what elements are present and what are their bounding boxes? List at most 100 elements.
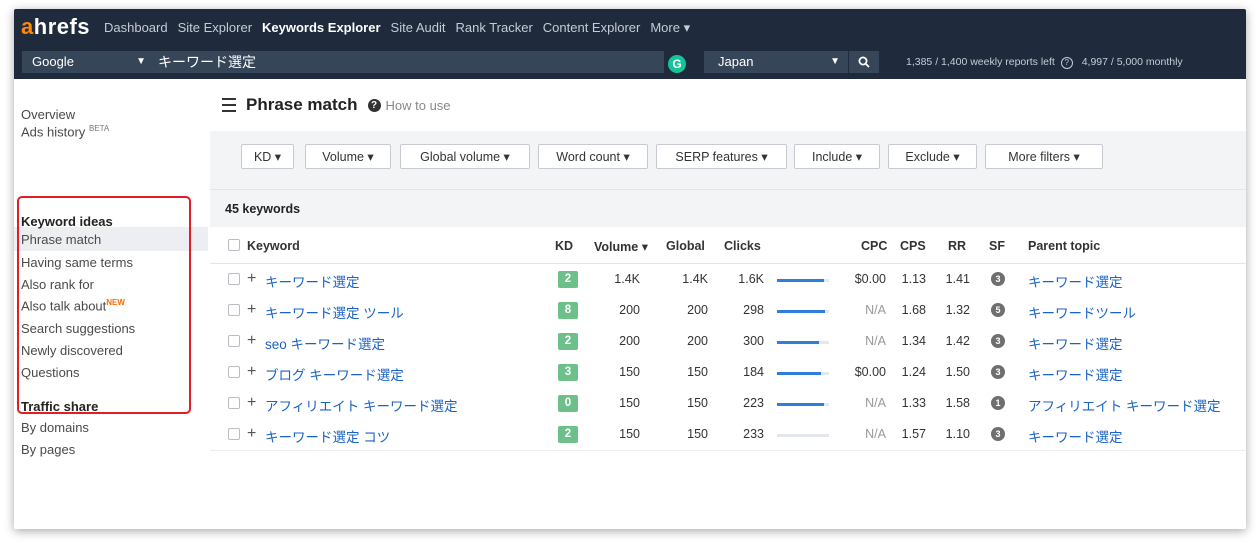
clicks-bar	[777, 403, 829, 406]
top-nav: ahrefs Dashboard Site Explorer Keywords …	[14, 9, 1246, 46]
col-global[interactable]: Global	[666, 239, 705, 253]
country-select[interactable]: Japan ▼	[704, 51, 848, 73]
clicks-value: 300	[743, 334, 764, 348]
clicks-bar	[777, 310, 829, 313]
cps-value: 1.13	[901, 272, 926, 286]
ahrefs-logo[interactable]: ahrefs	[21, 14, 90, 40]
sidebar-item-ads-history[interactable]: Ads history BETA	[21, 124, 109, 139]
kd-badge: 8	[558, 302, 578, 319]
col-clicks[interactable]: Clicks	[724, 239, 761, 253]
kd-badge: 0	[558, 395, 578, 412]
row-checkbox[interactable]	[228, 304, 240, 316]
search-engine-select[interactable]: Google ▼	[22, 51, 154, 73]
clicks-bar-fill	[777, 341, 819, 344]
col-keyword[interactable]: Keyword	[247, 239, 300, 253]
add-to-list-icon[interactable]: +	[247, 301, 256, 319]
col-parent-topic[interactable]: Parent topic	[1028, 239, 1100, 253]
serp-features-badge[interactable]: 3	[991, 272, 1005, 286]
nav-site-audit[interactable]: Site Audit	[391, 20, 446, 36]
table-row: + アフィリエイト キーワード選定 0 150 150 223 N/A 1.33 1.58 1 アフ…	[210, 388, 1246, 420]
cps-value: 1.68	[901, 303, 926, 317]
keyword-link[interactable]: キーワード選定	[265, 271, 360, 291]
nav-dashboard[interactable]: Dashboard	[104, 20, 168, 36]
parent-topic-link[interactable]: キーワードツール	[1028, 302, 1136, 322]
filter-serp-features[interactable]: SERP features ▾	[656, 144, 787, 169]
keyword-search-input[interactable]: キーワード選定	[154, 51, 664, 73]
serp-features-badge[interactable]: 3	[991, 427, 1005, 441]
nav-keywords-explorer[interactable]: Keywords Explorer	[262, 20, 381, 36]
keyword-link[interactable]: キーワード選定 ツール	[265, 302, 404, 322]
row-checkbox[interactable]	[228, 273, 240, 285]
keyword-link[interactable]: アフィリエイト キーワード選定	[265, 395, 457, 415]
weekly-reports-text: 1,385 / 1,400 weekly reports left	[906, 56, 1055, 68]
nav-content-explorer[interactable]: Content Explorer	[543, 20, 641, 36]
add-to-list-icon[interactable]: +	[247, 270, 256, 288]
serp-features-badge[interactable]: 5	[991, 303, 1005, 317]
col-cps[interactable]: CPS	[900, 239, 926, 253]
table-row: + キーワード選定 2 1.4K 1.4K 1.6K $0.00 1.13 1.41 3 キーワード…	[210, 264, 1246, 296]
keyword-link[interactable]: seo キーワード選定	[265, 333, 385, 353]
add-to-list-icon[interactable]: +	[247, 363, 256, 381]
clicks-value: 184	[743, 365, 764, 379]
hamburger-menu-icon[interactable]	[222, 98, 236, 112]
filter-more-filters[interactable]: More filters ▾	[985, 144, 1103, 169]
col-cpc[interactable]: CPC	[861, 239, 887, 253]
rr-value: 1.32	[945, 303, 970, 317]
search-button[interactable]	[848, 51, 879, 73]
sidebar-item-by-pages[interactable]: By pages	[21, 442, 75, 457]
col-volume[interactable]: Volume ▾	[594, 239, 648, 254]
parent-topic-link[interactable]: キーワード選定	[1028, 426, 1123, 446]
filter-volume[interactable]: Volume ▾	[305, 144, 391, 169]
report-limits: 1,385 / 1,400 weekly reports left ? 4,99…	[906, 56, 1183, 69]
serp-features-badge[interactable]: 3	[991, 334, 1005, 348]
row-checkbox[interactable]	[228, 335, 240, 347]
row-checkbox[interactable]	[228, 397, 240, 409]
table-row: + ブログ キーワード選定 3 150 150 184 $0.00 1.24 1.50 3 キーワー…	[210, 357, 1246, 389]
chevron-down-icon: ▼	[136, 56, 146, 67]
add-to-list-icon[interactable]: +	[247, 425, 256, 443]
logo-a: a	[21, 14, 34, 39]
global-value: 200	[687, 334, 708, 348]
select-all-checkbox[interactable]	[228, 239, 240, 251]
keyword-link[interactable]: ブログ キーワード選定	[265, 364, 404, 384]
keyword-link[interactable]: キーワード選定 コツ	[265, 426, 390, 446]
nav-site-explorer[interactable]: Site Explorer	[178, 20, 252, 36]
title-row: Phrase match ? How to use	[222, 95, 451, 115]
col-sf[interactable]: SF	[989, 239, 1005, 253]
question-circle-icon[interactable]: ?	[367, 98, 381, 112]
filter-exclude[interactable]: Exclude ▾	[888, 144, 977, 169]
filter-word-count[interactable]: Word count ▾	[538, 144, 648, 169]
parent-topic-link[interactable]: アフィリエイト キーワード選定	[1028, 395, 1220, 415]
serp-features-badge[interactable]: 3	[991, 365, 1005, 379]
parent-topic-link[interactable]: キーワード選定	[1028, 271, 1123, 291]
sidebar-item-overview[interactable]: Overview	[21, 107, 75, 122]
add-to-list-icon[interactable]: +	[247, 332, 256, 350]
how-to-use-link[interactable]: How to use	[386, 98, 451, 113]
parent-topic-link[interactable]: キーワード選定	[1028, 364, 1123, 384]
parent-topic-link[interactable]: キーワード選定	[1028, 333, 1123, 353]
cpc-value: N/A	[865, 303, 886, 317]
sidebar-item-by-domains[interactable]: By domains	[21, 420, 89, 435]
nav-rank-tracker[interactable]: Rank Tracker	[455, 20, 532, 36]
country-label: Japan	[718, 54, 754, 69]
clicks-bar	[777, 341, 829, 344]
help-icon[interactable]: ?	[1060, 57, 1073, 69]
clicks-bar-fill	[777, 403, 824, 406]
global-value: 150	[687, 427, 708, 441]
filter-include[interactable]: Include ▾	[794, 144, 880, 169]
volume-value: 150	[619, 365, 640, 379]
rr-value: 1.41	[945, 272, 970, 286]
clicks-value: 298	[743, 303, 764, 317]
app-window: ahrefs Dashboard Site Explorer Keywords …	[14, 9, 1246, 529]
filter-global-volume[interactable]: Global volume ▾	[400, 144, 530, 169]
nav-more[interactable]: More ▾	[650, 20, 690, 36]
add-to-list-icon[interactable]: +	[247, 394, 256, 412]
row-checkbox[interactable]	[228, 366, 240, 378]
grammarly-icon[interactable]: G	[668, 55, 686, 73]
kd-badge: 2	[558, 426, 578, 443]
row-checkbox[interactable]	[228, 428, 240, 440]
col-kd[interactable]: KD	[555, 239, 573, 253]
col-rr[interactable]: RR	[948, 239, 966, 253]
filter-kd[interactable]: KD ▾	[241, 144, 294, 169]
serp-features-badge[interactable]: 1	[991, 396, 1005, 410]
